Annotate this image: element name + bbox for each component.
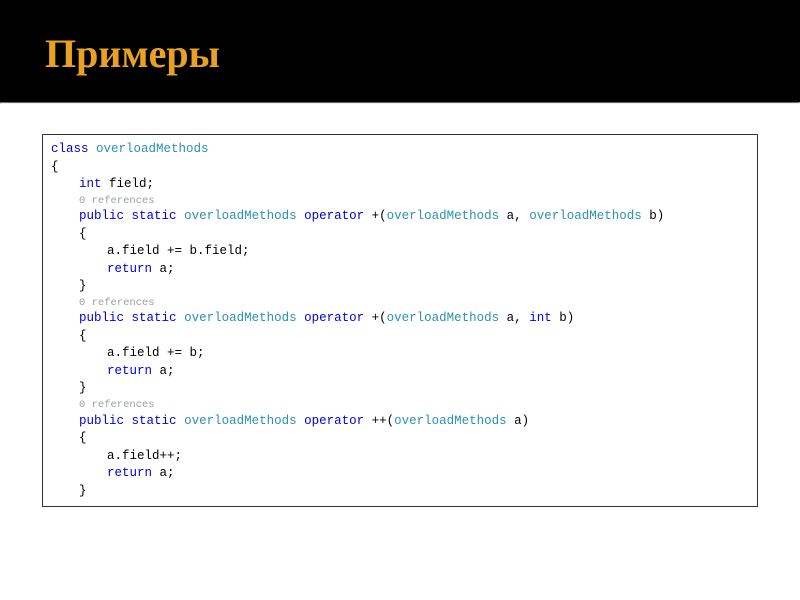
keyword-static: static: [132, 311, 177, 325]
code-line: {: [51, 226, 749, 244]
type-overloadMethods: overloadMethods: [394, 414, 507, 428]
code-text: a;: [152, 364, 175, 378]
keyword-public: public: [79, 311, 124, 325]
code-text: a;: [152, 262, 175, 276]
slide-title: Примеры: [45, 30, 755, 77]
keyword-int: int: [79, 177, 102, 191]
code-line: return a;: [51, 261, 749, 279]
code-line: class overloadMethods: [51, 141, 749, 159]
code-line: }: [51, 278, 749, 296]
keyword-return: return: [107, 262, 152, 276]
code-line: public static overloadMethods operator +…: [51, 208, 749, 226]
code-text: a): [507, 414, 530, 428]
keyword-operator: operator: [304, 414, 364, 428]
keyword-public: public: [79, 414, 124, 428]
code-line: {: [51, 328, 749, 346]
keyword-operator: operator: [304, 209, 364, 223]
code-line: return a;: [51, 465, 749, 483]
keyword-int: int: [529, 311, 552, 325]
code-text: b): [642, 209, 665, 223]
code-line: int field;: [51, 176, 749, 194]
code-line: public static overloadMethods operator +…: [51, 413, 749, 431]
keyword-return: return: [107, 364, 152, 378]
type-overloadMethods: overloadMethods: [529, 209, 642, 223]
keyword-public: public: [79, 209, 124, 223]
code-line: return a;: [51, 363, 749, 381]
content-area: class overloadMethods { int field; 0 ref…: [0, 104, 800, 527]
keyword-return: return: [107, 466, 152, 480]
type-overloadMethods: overloadMethods: [387, 311, 500, 325]
code-text: b): [552, 311, 575, 325]
references-hint: 0 references: [51, 398, 749, 413]
code-text: a,: [499, 209, 529, 223]
slide-header: Примеры: [0, 0, 800, 102]
code-line: a.field++;: [51, 448, 749, 466]
type-overloadMethods: overloadMethods: [184, 311, 297, 325]
code-line: a.field += b;: [51, 345, 749, 363]
code-box: class overloadMethods { int field; 0 ref…: [42, 134, 758, 507]
keyword-class: class: [51, 142, 89, 156]
references-hint: 0 references: [51, 296, 749, 311]
code-line: {: [51, 159, 749, 177]
code-text: +(: [364, 311, 387, 325]
code-text: +(: [364, 209, 387, 223]
type-overloadMethods: overloadMethods: [184, 414, 297, 428]
code-line: {: [51, 430, 749, 448]
keyword-static: static: [132, 209, 177, 223]
keyword-operator: operator: [304, 311, 364, 325]
code-text: a,: [499, 311, 529, 325]
code-text: a;: [152, 466, 175, 480]
code-text: ++(: [364, 414, 394, 428]
keyword-static: static: [132, 414, 177, 428]
code-line: }: [51, 483, 749, 501]
code-line: }: [51, 380, 749, 398]
type-overloadMethods: overloadMethods: [387, 209, 500, 223]
type-overloadMethods: overloadMethods: [184, 209, 297, 223]
code-line: public static overloadMethods operator +…: [51, 310, 749, 328]
type-overloadMethods: overloadMethods: [96, 142, 209, 156]
code-line: a.field += b.field;: [51, 243, 749, 261]
code-text: field;: [102, 177, 155, 191]
references-hint: 0 references: [51, 194, 749, 209]
